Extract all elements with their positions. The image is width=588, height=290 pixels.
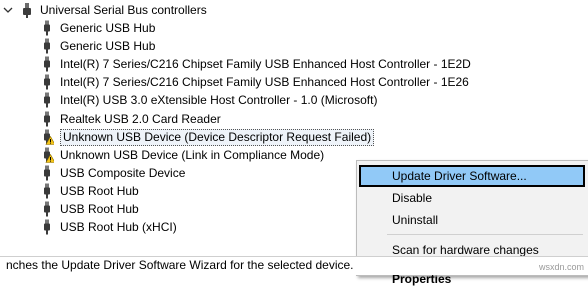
tree-device[interactable]: Intel(R) USB 3.0 eXtensible Host Control…	[40, 91, 377, 109]
device-label: Unknown USB Device (Link in Compliance M…	[60, 148, 325, 162]
expand-chevron-icon[interactable]	[3, 5, 13, 15]
tree-device[interactable]: USB Root Hub	[40, 182, 370, 200]
tree-device[interactable]: Realtek USB 2.0 Card Reader	[40, 110, 370, 128]
tree-device[interactable]: USB Root Hub (xHCI)	[40, 218, 370, 236]
menu-item-uninstall[interactable]: Uninstall	[359, 209, 585, 231]
tree-device[interactable]: Generic USB Hub	[40, 37, 370, 55]
tree-device[interactable]: USB Composite Device	[40, 164, 370, 182]
menu-separator	[387, 234, 583, 235]
status-bar: nches the Update Driver Software Wizard …	[0, 256, 588, 275]
usb-category-icon	[23, 3, 31, 18]
device-label: Intel(R) 7 Series/C216 Chipset Family US…	[60, 75, 469, 89]
tree-device[interactable]: Intel(R) 7 Series/C216 Chipset Family US…	[40, 73, 469, 91]
menu-item-label: Update Driver Software...	[392, 169, 527, 183]
device-label: Intel(R) 7 Series/C216 Chipset Family US…	[60, 57, 471, 71]
device-label: Generic USB Hub	[60, 39, 156, 53]
usb-plug-icon	[44, 38, 50, 54]
tree-category-usb-controllers[interactable]: Universal Serial Bus controllers	[0, 1, 300, 19]
tree-device-warning[interactable]: Unknown USB Device (Link in Compliance M…	[40, 146, 370, 164]
usb-plug-icon	[44, 92, 50, 108]
warning-usb-device-icon	[44, 129, 54, 145]
warning-usb-device-icon	[44, 147, 54, 163]
tree-device[interactable]: USB Root Hub	[40, 200, 370, 218]
menu-item-disable[interactable]: Disable	[359, 187, 585, 209]
usb-plug-icon	[44, 56, 50, 72]
device-label: Generic USB Hub	[60, 21, 156, 35]
menu-item-label: Uninstall	[392, 213, 439, 227]
tree-device[interactable]: Intel(R) 7 Series/C216 Chipset Family US…	[40, 55, 471, 73]
status-text: nches the Update Driver Software Wizard …	[6, 258, 354, 272]
usb-plug-icon	[44, 165, 50, 181]
tree-device[interactable]: Generic USB Hub	[40, 19, 370, 37]
usb-plug-icon	[44, 74, 50, 90]
usb-plug-icon	[44, 201, 50, 217]
device-label: Intel(R) USB 3.0 eXtensible Host Control…	[60, 93, 378, 107]
category-label: Universal Serial Bus controllers	[40, 3, 207, 17]
tree-device-warning[interactable]: Unknown USB Device (Device Descriptor Re…	[40, 128, 375, 146]
usb-plug-icon	[44, 111, 50, 127]
watermark: wsxdn.com	[538, 262, 584, 272]
device-label: Realtek USB 2.0 Card Reader	[60, 112, 221, 126]
usb-plug-icon	[44, 219, 50, 235]
device-label: USB Root Hub	[60, 184, 139, 198]
menu-item-update-driver[interactable]: Update Driver Software...	[359, 165, 585, 187]
usb-plug-icon	[44, 20, 50, 36]
menu-item-label: Disable	[392, 191, 433, 205]
usb-plug-icon	[44, 183, 50, 199]
device-label: Unknown USB Device (Device Descriptor Re…	[60, 129, 375, 146]
device-label: USB Root Hub	[60, 202, 139, 216]
device-label: USB Composite Device	[60, 166, 186, 180]
device-label: USB Root Hub (xHCI)	[60, 220, 177, 234]
